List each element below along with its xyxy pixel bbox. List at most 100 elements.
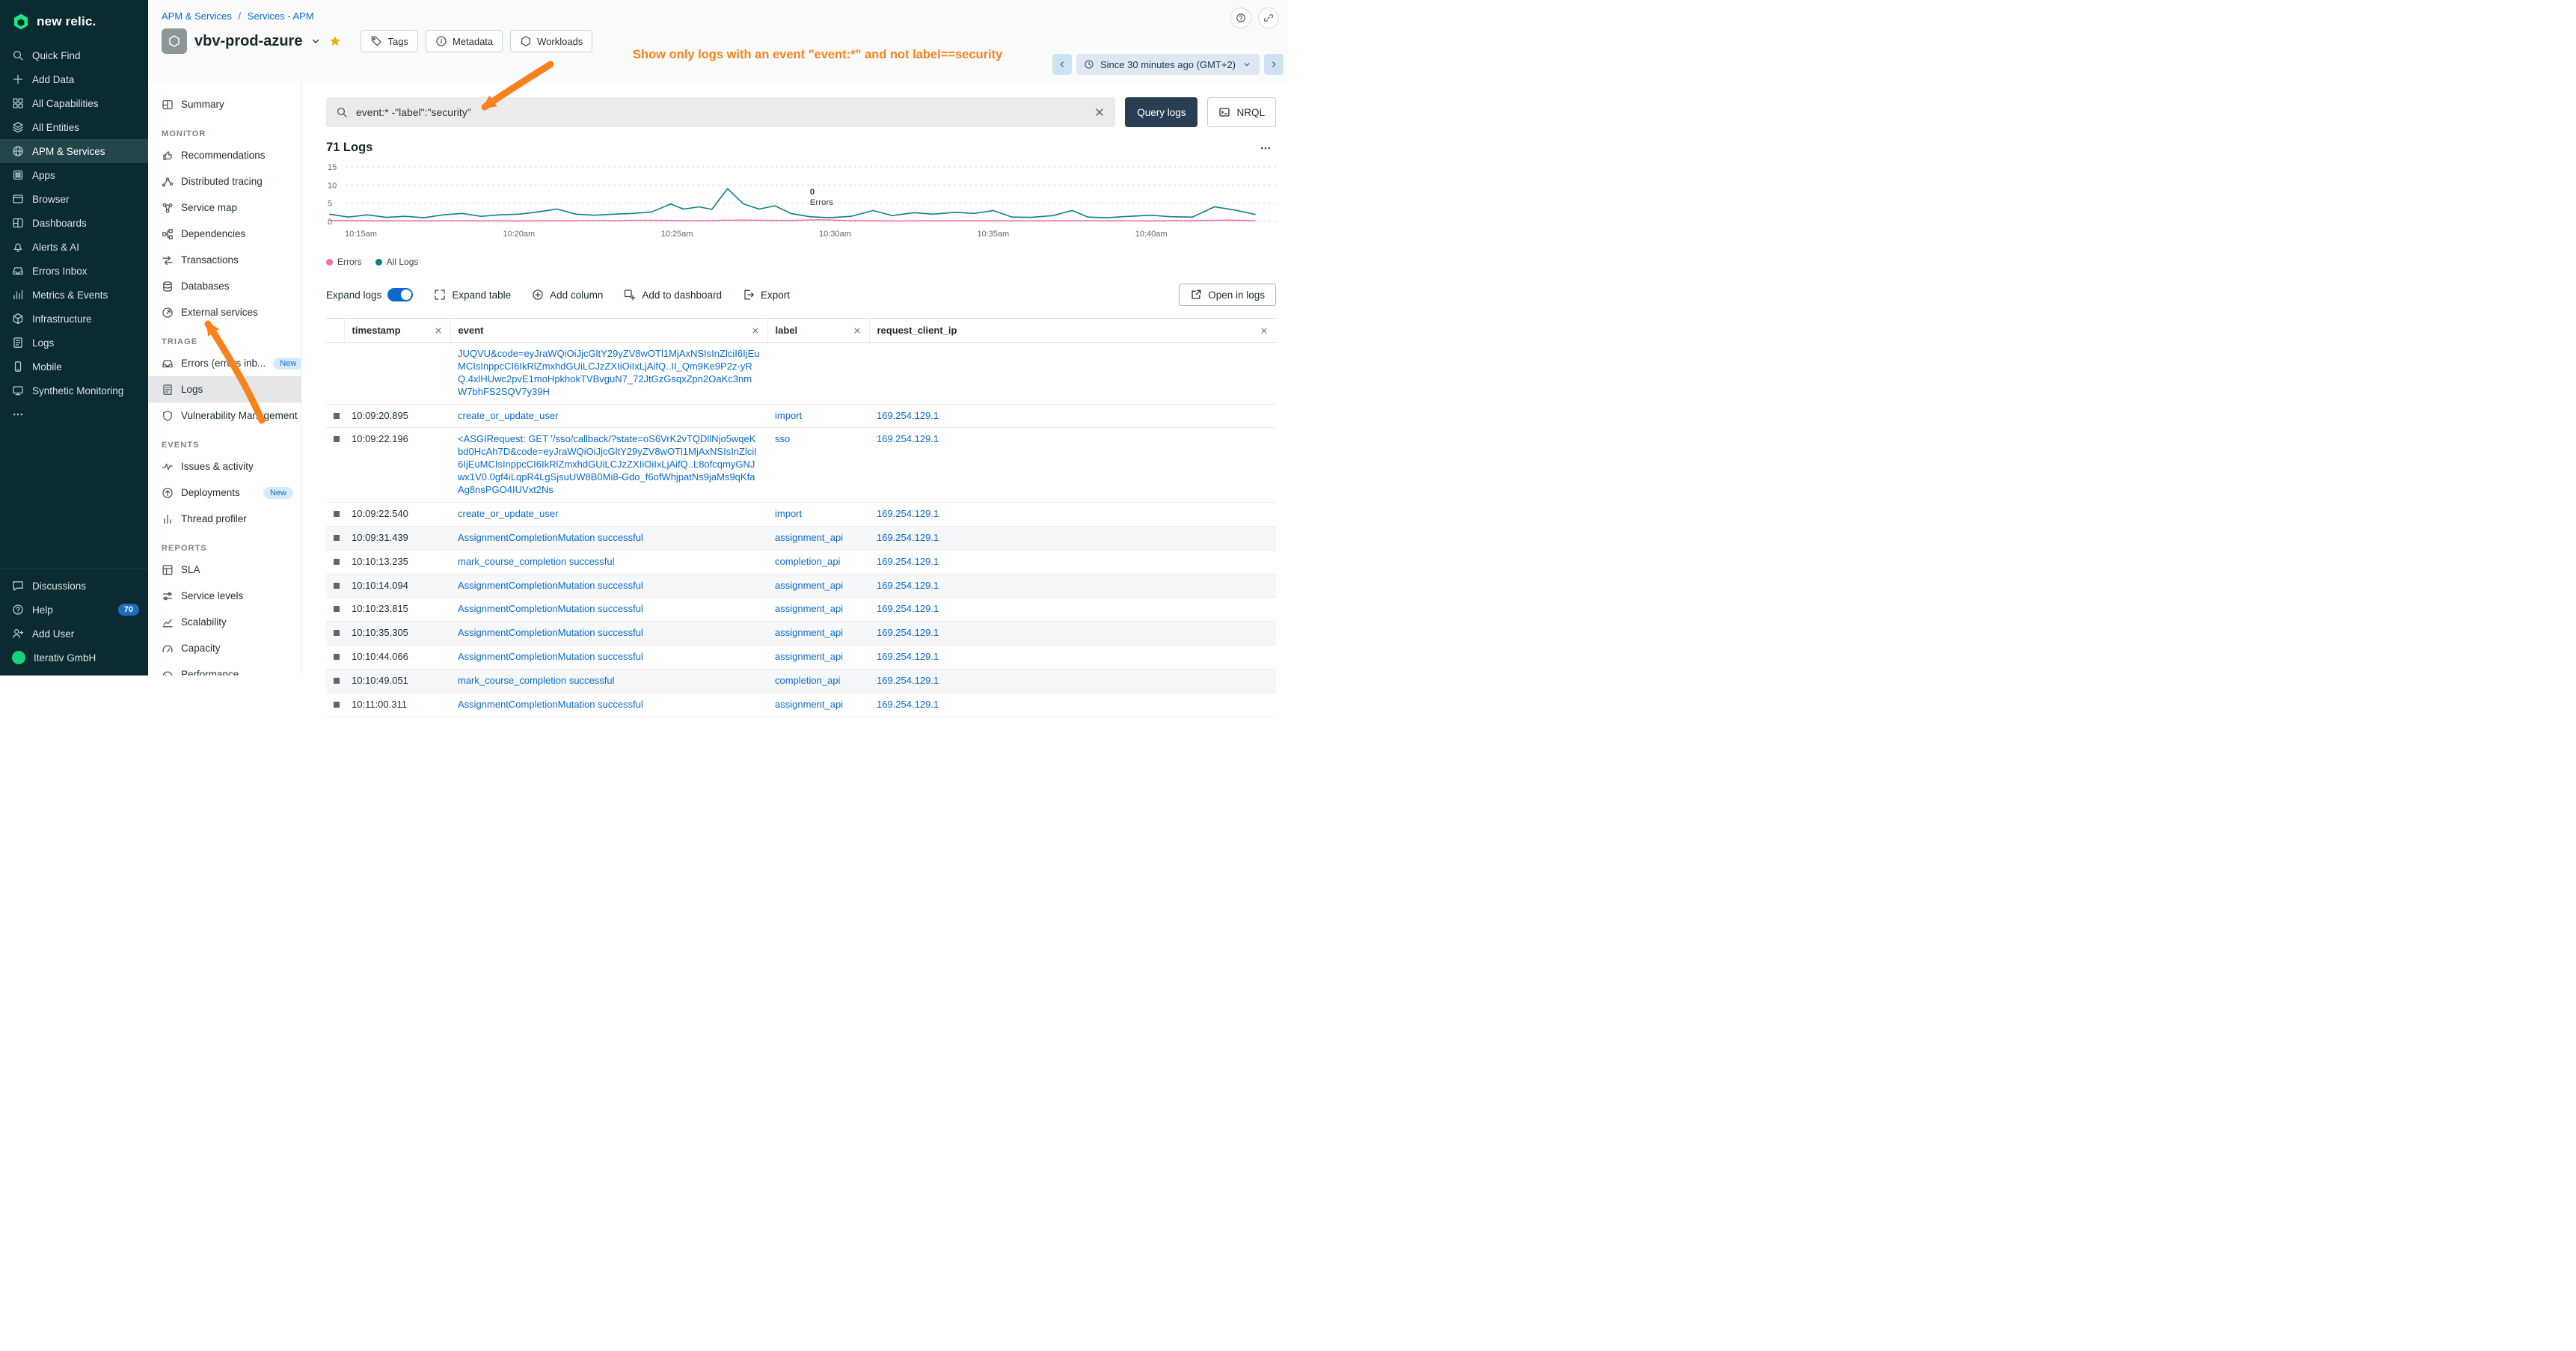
subnav-item[interactable]: Performance	[148, 661, 301, 676]
event-link[interactable]: AssignmentCompletionMutation successful	[458, 651, 643, 662]
add-to-dashboard-button[interactable]: Add to dashboard	[624, 289, 722, 301]
sidebar-item[interactable]: Mobile	[0, 355, 148, 379]
entity-chevron-down-icon[interactable]	[310, 35, 322, 47]
subnav-item[interactable]: Logs	[148, 376, 301, 402]
ip-link[interactable]: 169.254.129.1	[877, 699, 939, 710]
log-row-marker[interactable]	[334, 413, 340, 419]
ip-link[interactable]: 169.254.129.1	[877, 675, 939, 686]
nrql-button[interactable]: NRQL	[1207, 97, 1276, 127]
ip-link[interactable]: 169.254.129.1	[877, 627, 939, 638]
remove-column-icon[interactable]	[751, 326, 760, 335]
time-back-button[interactable]	[1052, 54, 1072, 75]
label-link[interactable]: completion_api	[775, 675, 840, 686]
ip-link[interactable]: 169.254.129.1	[877, 508, 939, 519]
sidebar-item[interactable]: Help 70	[0, 598, 148, 622]
log-row-marker[interactable]	[334, 511, 340, 517]
subnav-item[interactable]: Summary	[148, 91, 301, 117]
expand-table-button[interactable]: Expand table	[434, 289, 511, 301]
open-in-logs-button[interactable]: Open in logs	[1179, 284, 1276, 306]
newrelic-logo[interactable]: new relic.	[0, 0, 148, 43]
table-row[interactable]: 10:10:13.235 mark_course_completion succ…	[326, 550, 1276, 574]
help-button[interactable]	[1230, 7, 1251, 28]
label-link[interactable]: import	[775, 410, 802, 421]
sidebar-item[interactable]: Infrastructure	[0, 307, 148, 331]
time-forward-button[interactable]	[1264, 54, 1284, 75]
log-row-marker[interactable]	[334, 606, 340, 612]
table-row[interactable]: 10:11:00.311 AssignmentCompletionMutatio…	[326, 693, 1276, 717]
sidebar-item[interactable]: Errors Inbox	[0, 259, 148, 283]
table-row[interactable]: 10:10:23.815 AssignmentCompletionMutatio…	[326, 598, 1276, 622]
column-header[interactable]: timestamp	[344, 319, 450, 343]
subnav-item[interactable]: Issues & activity	[148, 453, 301, 480]
log-row-marker[interactable]	[334, 436, 340, 442]
label-link[interactable]: assignment_api	[775, 651, 843, 662]
table-row[interactable]: 10:10:14.094 AssignmentCompletionMutatio…	[326, 574, 1276, 598]
sidebar-item[interactable]: Quick Find	[0, 43, 148, 67]
table-row[interactable]: 10:09:22.540 create_or_update_user impor…	[326, 502, 1276, 526]
toggle-on-icon[interactable]	[387, 288, 413, 301]
column-header[interactable]: label	[767, 319, 869, 343]
clear-query-button[interactable]	[1094, 106, 1105, 118]
sidebar-item[interactable]: All Entities	[0, 115, 148, 139]
sidebar-item[interactable]: Alerts & AI	[0, 235, 148, 259]
legend-item[interactable]: All Logs	[375, 257, 419, 267]
label-link[interactable]: assignment_api	[775, 532, 843, 543]
query-logs-button[interactable]: Query logs	[1125, 97, 1197, 127]
breadcrumb-link-services-apm[interactable]: Services - APM	[248, 10, 314, 22]
label-link[interactable]: completion_api	[775, 556, 840, 567]
subnav-item[interactable]: Dependencies	[148, 221, 301, 247]
add-column-button[interactable]: Add column	[532, 289, 603, 301]
table-row[interactable]: JUQVU&code=eyJraWQiOiJjcGltY29yZV8wOTl1M…	[326, 343, 1276, 405]
label-link[interactable]: assignment_api	[775, 627, 843, 638]
favorite-star-icon[interactable]	[329, 35, 341, 47]
header-pill-button[interactable]: Metadata	[426, 30, 503, 52]
remove-column-icon[interactable]	[434, 326, 443, 335]
label-link[interactable]: assignment_api	[775, 580, 843, 591]
label-link[interactable]: assignment_api	[775, 603, 843, 614]
table-row[interactable]: 10:09:20.895 create_or_update_user impor…	[326, 404, 1276, 428]
event-link[interactable]: create_or_update_user	[458, 410, 558, 421]
subnav-item[interactable]: Service levels	[148, 583, 301, 609]
subnav-item[interactable]: Scalability	[148, 609, 301, 635]
subnav-item[interactable]: Recommendations	[148, 142, 301, 168]
event-link[interactable]: AssignmentCompletionMutation successful	[458, 532, 643, 543]
table-row[interactable]: 10:10:44.066 AssignmentCompletionMutatio…	[326, 646, 1276, 670]
label-link[interactable]: assignment_api	[775, 699, 843, 710]
sidebar-item[interactable]: Dashboards	[0, 211, 148, 235]
table-row[interactable]: 10:09:22.196 <ASGIRequest: GET '/sso/cal…	[326, 428, 1276, 502]
subnav-item[interactable]: Thread profiler	[148, 506, 301, 532]
sidebar-item[interactable]: Apps	[0, 163, 148, 187]
breadcrumb-link-apm-services[interactable]: APM & Services	[162, 10, 232, 22]
log-row-marker[interactable]	[334, 678, 340, 684]
permalink-button[interactable]	[1258, 7, 1279, 28]
sidebar-item[interactable]: Add User	[0, 622, 148, 646]
ip-link[interactable]: 169.254.129.1	[877, 410, 939, 421]
subnav-item[interactable]: Transactions	[148, 247, 301, 273]
log-row-marker[interactable]	[334, 535, 340, 541]
table-row[interactable]: 10:10:49.051 mark_course_completion succ…	[326, 670, 1276, 693]
subnav-item[interactable]: Capacity	[148, 635, 301, 661]
subnav-item[interactable]: Service map	[148, 194, 301, 221]
column-header[interactable]: request_client_ip	[869, 319, 1276, 343]
sidebar-item[interactable]: Synthetic Monitoring	[0, 379, 148, 402]
subnav-item[interactable]: Deployments New	[148, 480, 301, 506]
header-pill-button[interactable]: Tags	[361, 30, 417, 52]
subnav-item[interactable]: Distributed tracing	[148, 168, 301, 194]
event-link[interactable]: JUQVU&code=eyJraWQiOiJjcGltY29yZV8wOTl1M…	[458, 348, 759, 397]
event-link[interactable]: create_or_update_user	[458, 508, 558, 519]
sidebar-item[interactable]: All Capabilities	[0, 91, 148, 115]
column-header[interactable]: event	[450, 319, 767, 343]
legend-item[interactable]: Errors	[326, 257, 362, 267]
sidebar-item[interactable]: APM & Services	[0, 139, 148, 163]
subnav-item[interactable]: External services	[148, 299, 301, 325]
subnav-item[interactable]: SLA	[148, 557, 301, 583]
event-link[interactable]: AssignmentCompletionMutation successful	[458, 580, 643, 591]
ip-link[interactable]: 169.254.129.1	[877, 580, 939, 591]
log-row-marker[interactable]	[334, 654, 340, 660]
remove-column-icon[interactable]	[1260, 326, 1269, 335]
sidebar-item[interactable]: Logs	[0, 331, 148, 355]
sidebar-item[interactable]: Add Data	[0, 67, 148, 91]
subnav-item[interactable]: Errors (errors inb... New	[148, 350, 301, 376]
query-input[interactable]: event:* -"label":"security"	[326, 97, 1115, 127]
export-button[interactable]: Export	[743, 289, 790, 301]
